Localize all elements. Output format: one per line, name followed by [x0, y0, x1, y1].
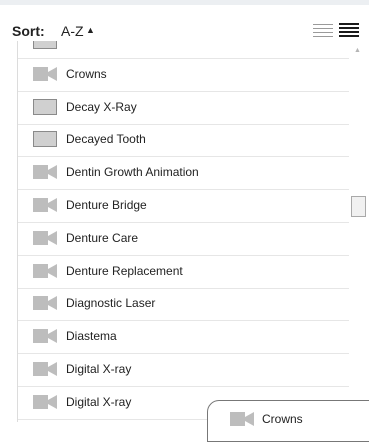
list-item-label: Crowns: [66, 66, 107, 81]
list-item[interactable]: Denture Bridge: [18, 188, 349, 223]
drag-preview: Crowns: [207, 400, 369, 442]
list-item-label: Dentin Growth Animation: [66, 165, 199, 180]
list-item-label: Diastema: [66, 329, 117, 344]
list-item-label: Diagnostic Laser: [66, 296, 156, 311]
video-icon: [33, 197, 57, 213]
dense-list-view-icon[interactable]: [339, 23, 359, 39]
vertical-scrollbar[interactable]: ▲: [349, 41, 369, 422]
sort-direction-icon[interactable]: ▲: [86, 25, 95, 35]
image-icon: [33, 131, 57, 148]
list-item-label: Decayed Tooth: [66, 132, 146, 147]
sort-dropdown[interactable]: A-Z: [61, 23, 84, 39]
list-item-label: Decay X-Ray: [66, 99, 137, 114]
list-item[interactable]: Decayed Tooth: [18, 122, 349, 158]
video-icon: [33, 66, 57, 82]
video-icon: [33, 394, 57, 410]
image-icon: [33, 98, 57, 115]
top-divider: [0, 0, 369, 5]
sort-label: Sort:: [12, 23, 45, 39]
list-item[interactable]: Diagnostic Laser: [18, 286, 349, 322]
list-item[interactable]: Crowns: [18, 57, 349, 92]
video-icon: [33, 164, 57, 180]
list-item-label: Digital X-ray: [66, 394, 132, 409]
video-icon: [230, 411, 254, 427]
list-item-label: Denture Bridge: [66, 198, 147, 212]
image-icon: [33, 41, 57, 49]
video-icon: [33, 295, 57, 311]
scrollbar-thumb[interactable]: [351, 196, 366, 217]
list-item-label: Denture Care: [66, 230, 139, 245]
list-item[interactable]: Dentin Growth Animation: [18, 155, 349, 191]
drag-preview-label: Crowns: [262, 412, 303, 426]
video-icon: [33, 328, 57, 344]
list-item[interactable]: Diastema: [18, 319, 349, 355]
list-item-label: Denture Replacement: [66, 263, 183, 278]
list-item[interactable]: Decay X-Ray: [18, 90, 349, 125]
video-icon: [33, 230, 57, 246]
list-item[interactable]: Digital X-ray: [18, 352, 349, 387]
list-item[interactable]: Denture Replacement: [18, 254, 349, 289]
list-item-label: Digital X-ray: [66, 362, 132, 376]
list-item[interactable]: Denture Care: [18, 221, 349, 256]
video-icon: [33, 263, 57, 279]
list-view-icon[interactable]: [313, 23, 333, 39]
video-icon: [33, 361, 57, 377]
media-list: Crowns Decay X-Ray Decayed Tooth Dentin Gro…: [17, 41, 349, 422]
scroll-up-arrow-icon[interactable]: ▲: [354, 47, 361, 54]
